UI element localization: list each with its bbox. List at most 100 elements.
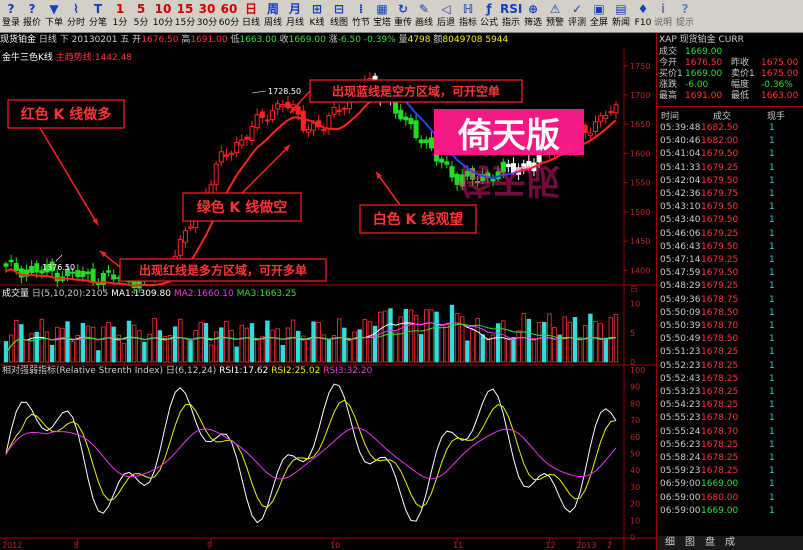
tick-row[interactable]: 05:58:24 1678.25 1 — [657, 452, 803, 465]
panel-tab-3[interactable]: 盘 — [705, 536, 715, 550]
tick-time: 05:50:49 — [660, 334, 701, 345]
volume-bar — [193, 330, 198, 363]
panel-tab-4[interactable]: 成 — [725, 536, 735, 550]
tick-row[interactable]: 05:40:46 1682.00 1 — [657, 135, 803, 148]
tick-price: 1679.50 — [701, 241, 739, 252]
tick-row[interactable]: 06:59:00 1680.00 1 — [657, 492, 803, 505]
tick-row[interactable]: 05:50:09 1678.50 1 — [657, 307, 803, 320]
tick-qty: 1 — [769, 373, 775, 384]
tick-row[interactable]: 05:43:40 1679.50 1 — [657, 214, 803, 227]
tick-row[interactable]: 05:42:36 1679.75 1 — [657, 188, 803, 201]
tick-time: 05:39:48 — [660, 123, 701, 133]
date-tick-label: 2012 — [2, 541, 22, 550]
candle-body — [254, 114, 260, 129]
price-tick-label: 1500 — [630, 208, 650, 217]
tick-price: 1669.00 — [701, 505, 739, 516]
tick-header: 时间 成交 现手 — [657, 109, 803, 122]
tick-qty: 1 — [769, 505, 775, 516]
annotation-text: 白色 K 线观望 — [373, 211, 464, 228]
tick-time: 05:41:33 — [660, 162, 701, 173]
tick-row[interactable]: 05:52:23 1678.25 1 — [657, 360, 803, 373]
volume-bar — [34, 331, 39, 363]
tick-row[interactable]: 05:41:04 1679.50 1 — [657, 148, 803, 161]
tick-qty: 1 — [769, 149, 775, 160]
toolbar-button-32[interactable]: ? 提示 — [674, 1, 696, 31]
price-tick-label: 1400 — [630, 266, 650, 275]
toolbar-icon: ℍ — [462, 2, 474, 16]
candle-body — [234, 142, 240, 154]
tick-time: 05:48:29 — [660, 281, 701, 292]
volume-label: 量 — [398, 35, 408, 45]
candle-body — [587, 132, 593, 136]
tick-row[interactable]: 05:48:29 1679.25 1 — [657, 280, 803, 293]
tick-qty: 1 — [769, 307, 775, 318]
tick-qty: 1 — [769, 347, 775, 358]
price-low-label: 1376.50 — [42, 263, 75, 272]
price-tick-label: 1450 — [630, 237, 650, 246]
rsi1-line — [5, 383, 617, 524]
rsi-tick-label: 40 — [630, 466, 640, 475]
tick-row[interactable]: 06:59:00 1669.00 1 — [657, 505, 803, 518]
divider — [657, 106, 803, 107]
tick-row[interactable]: 05:47:59 1679.50 1 — [657, 267, 803, 280]
tick-row[interactable]: 05:54:23 1678.25 1 — [657, 399, 803, 412]
candle-body — [321, 129, 327, 132]
tick-row[interactable]: 05:41:33 1679.25 1 — [657, 162, 803, 175]
tick-time: 05:53:23 — [660, 387, 701, 397]
candle-body — [111, 274, 117, 280]
tick-price: 1678.25 — [701, 347, 739, 358]
toolbar-label: 提示 — [675, 18, 694, 28]
date-tick-label: 12 — [545, 541, 555, 550]
candle-body — [423, 139, 429, 144]
quote-row: 成交 1669.00 — [657, 47, 803, 58]
volume-bar — [316, 322, 321, 363]
volume-bar — [239, 324, 244, 363]
tick-qty: 1 — [769, 215, 775, 226]
tick-price: 1678.25 — [701, 400, 739, 411]
tick-price: 1679.50 — [701, 202, 739, 213]
candle-body — [188, 226, 194, 229]
tick-row[interactable]: 05:47:14 1679.25 1 — [657, 254, 803, 267]
volume-bar — [439, 323, 444, 363]
tick-row[interactable]: 05:59:23 1678.25 1 — [657, 465, 803, 478]
panel-tab-1[interactable]: 细 — [665, 536, 675, 550]
period-label[interactable]: 日线 — [39, 35, 57, 45]
tick-row[interactable]: 05:46:06 1679.25 1 — [657, 228, 803, 241]
tick-row[interactable]: 05:55:24 1678.70 1 — [657, 426, 803, 439]
tick-time: 05:40:46 — [660, 136, 701, 147]
tick-row[interactable]: 05:39:48 1682.50 1 — [657, 122, 803, 135]
price-tick-label: 1600 — [630, 149, 650, 158]
tick-row[interactable]: 06:59:00 1669.00 1 — [657, 478, 803, 491]
tick-row[interactable]: 05:52:43 1678.25 1 — [657, 373, 803, 386]
quote-value: 1675.00 — [761, 69, 799, 79]
quote-row: 最高 1691.00 最低 1663.00 — [657, 91, 803, 102]
tick-row[interactable]: 05:42:04 1679.50 1 — [657, 175, 803, 188]
tick-time: 05:43:40 — [660, 215, 701, 226]
tick-price: 1680.00 — [701, 492, 739, 503]
tick-row[interactable]: 05:50:39 1678.70 1 — [657, 320, 803, 333]
toolbar-icon: ⊕ — [527, 2, 539, 16]
volume-bar — [480, 334, 485, 363]
tick-qty: 1 — [769, 175, 775, 186]
tick-row[interactable]: 05:51:23 1678.25 1 — [657, 346, 803, 359]
annotation-text: 出现蓝线是空方区域，可开空单 — [332, 83, 500, 98]
annotation-text: 出现红线是多方区域，可开多单 — [139, 262, 307, 277]
rsi-tick-label: 30 — [630, 483, 640, 492]
volume-bar — [536, 322, 542, 363]
quote-label: 最高 — [659, 91, 678, 101]
tick-row[interactable]: 05:49:36 1678.75 1 — [657, 294, 803, 307]
tick-row[interactable]: 05:50:49 1678.50 1 — [657, 333, 803, 346]
tick-row[interactable]: 05:46:43 1679.50 1 — [657, 241, 803, 254]
tick-row[interactable]: 05:53:23 1678.25 1 — [657, 386, 803, 399]
tick-row[interactable]: 05:56:23 1678.25 1 — [657, 439, 803, 452]
tick-row[interactable]: 05:55:23 1678.70 1 — [657, 412, 803, 425]
toolbar-icon: ↻ — [397, 2, 409, 16]
tick-row[interactable]: 05:43:10 1679.50 1 — [657, 201, 803, 214]
volume-bar — [39, 318, 45, 363]
panel-tab-2[interactable]: 图 — [685, 536, 695, 550]
volume-bar — [593, 321, 598, 363]
annotation-text: 绿色 K 线做空 — [197, 199, 288, 216]
quote-value: 1691.00 — [685, 91, 723, 101]
candle-body — [398, 109, 404, 120]
rsi2-line — [5, 399, 617, 508]
